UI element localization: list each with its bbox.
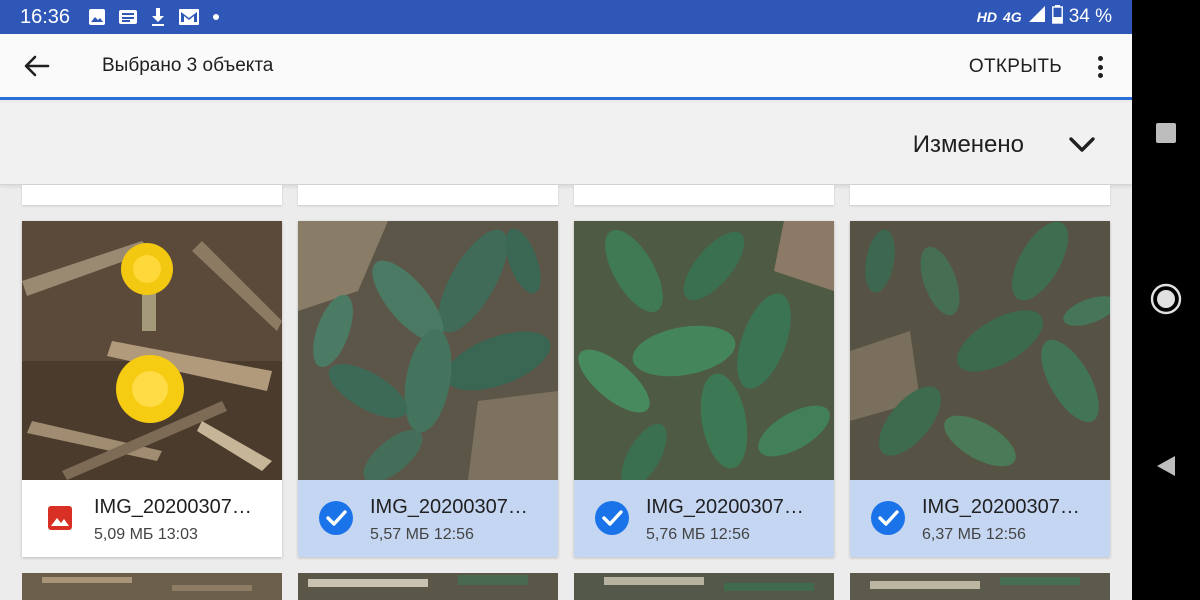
notification-icons [88, 7, 220, 27]
previous-row-card[interactable] [298, 185, 558, 205]
file-card[interactable]: IMG_20200307… 5,09 МБ 13:03 [22, 221, 282, 557]
news-icon [118, 8, 138, 26]
download-icon [150, 7, 166, 27]
file-info: 5,57 МБ 12:56 [370, 526, 474, 544]
previous-row-card[interactable] [22, 185, 282, 205]
hd-badge: HD [976, 9, 997, 25]
check-circle-icon[interactable] [870, 500, 906, 536]
check-circle-icon[interactable] [318, 500, 354, 536]
file-size: 5,57 МБ [370, 526, 430, 543]
chevron-down-icon[interactable] [1068, 135, 1096, 155]
file-info: 6,37 МБ 12:56 [922, 526, 1026, 544]
triangle-back-icon [1157, 456, 1175, 476]
photo-thumbnail [298, 221, 558, 480]
file-size: 6,37 МБ [922, 526, 982, 543]
image-file-icon [42, 500, 78, 536]
app-bar: Выбрано 3 объекта ОТКРЫТЬ [0, 34, 1132, 100]
navigation-bar [1132, 0, 1200, 600]
file-name: IMG_20200307… [94, 496, 252, 518]
previous-row-card[interactable] [574, 185, 834, 205]
status-time: 16:36 [20, 5, 71, 28]
battery-level: 34 % [1068, 6, 1112, 27]
dot-icon [212, 13, 220, 21]
open-button[interactable]: ОТКРЫТЬ [969, 56, 1062, 78]
file-size: 5,76 МБ [646, 526, 706, 543]
network-type: 4G [1003, 9, 1022, 25]
file-card[interactable]: IMG_20200307… 5,76 МБ 12:56 [574, 221, 834, 557]
file-time: 12:56 [985, 526, 1026, 543]
status-bar: 16:36 HD 4G 34 % [0, 0, 1132, 34]
arrow-left-icon [24, 55, 50, 76]
home-button[interactable] [1150, 283, 1182, 315]
file-time: 12:56 [709, 526, 750, 543]
file-name: IMG_20200307… [646, 496, 804, 518]
file-meta: IMG_20200307… 5,76 МБ 12:56 [574, 480, 834, 557]
file-name: IMG_20200307… [922, 496, 1080, 518]
file-manager-screen: 16:36 HD 4G 34 % Выбрано 3 объекта ОТКРЫ… [0, 0, 1132, 600]
image-icon [88, 8, 106, 26]
next-row-thumbnail[interactable] [574, 573, 834, 600]
check-circle-icon[interactable] [594, 500, 630, 536]
next-row-thumbnail[interactable] [850, 573, 1110, 600]
previous-row-card[interactable] [850, 185, 1110, 205]
more-vert-icon [1097, 56, 1103, 61]
square-icon [1156, 123, 1176, 143]
status-right: HD 4G 34 % [977, 0, 1112, 34]
more-options-button[interactable] [1088, 52, 1112, 82]
file-time: 12:56 [433, 526, 474, 543]
file-name: IMG_20200307… [370, 496, 528, 518]
selection-title: Выбрано 3 объекта [102, 54, 274, 76]
gmail-icon [178, 8, 200, 26]
file-info: 5,76 МБ 12:56 [646, 526, 750, 544]
next-row-thumbnail[interactable] [22, 573, 282, 600]
next-row-thumbnail[interactable] [298, 573, 558, 600]
file-card[interactable]: IMG_20200307… 5,57 МБ 12:56 [298, 221, 558, 557]
file-size: 5,09 МБ [94, 526, 154, 543]
recents-button[interactable] [1150, 117, 1182, 149]
photo-thumbnail [22, 221, 282, 480]
file-meta: IMG_20200307… 5,57 МБ 12:56 [298, 480, 558, 557]
back-nav-button[interactable] [1150, 450, 1182, 482]
signal-icon [1028, 5, 1046, 29]
photo-thumbnail [850, 221, 1110, 480]
back-button[interactable] [22, 51, 52, 81]
photo-thumbnail [574, 221, 834, 480]
file-meta: IMG_20200307… 5,09 МБ 13:03 [22, 480, 282, 557]
file-card[interactable]: IMG_20200307… 6,37 МБ 12:56 [850, 221, 1110, 557]
file-info: 5,09 МБ 13:03 [94, 526, 198, 544]
battery-icon [1051, 4, 1063, 30]
sort-bar: Изменено [0, 103, 1132, 185]
sort-order-label[interactable]: Изменено [913, 131, 1024, 159]
circle-home-icon [1150, 283, 1182, 315]
file-meta: IMG_20200307… 6,37 МБ 12:56 [850, 480, 1110, 557]
file-time: 13:03 [157, 526, 198, 543]
